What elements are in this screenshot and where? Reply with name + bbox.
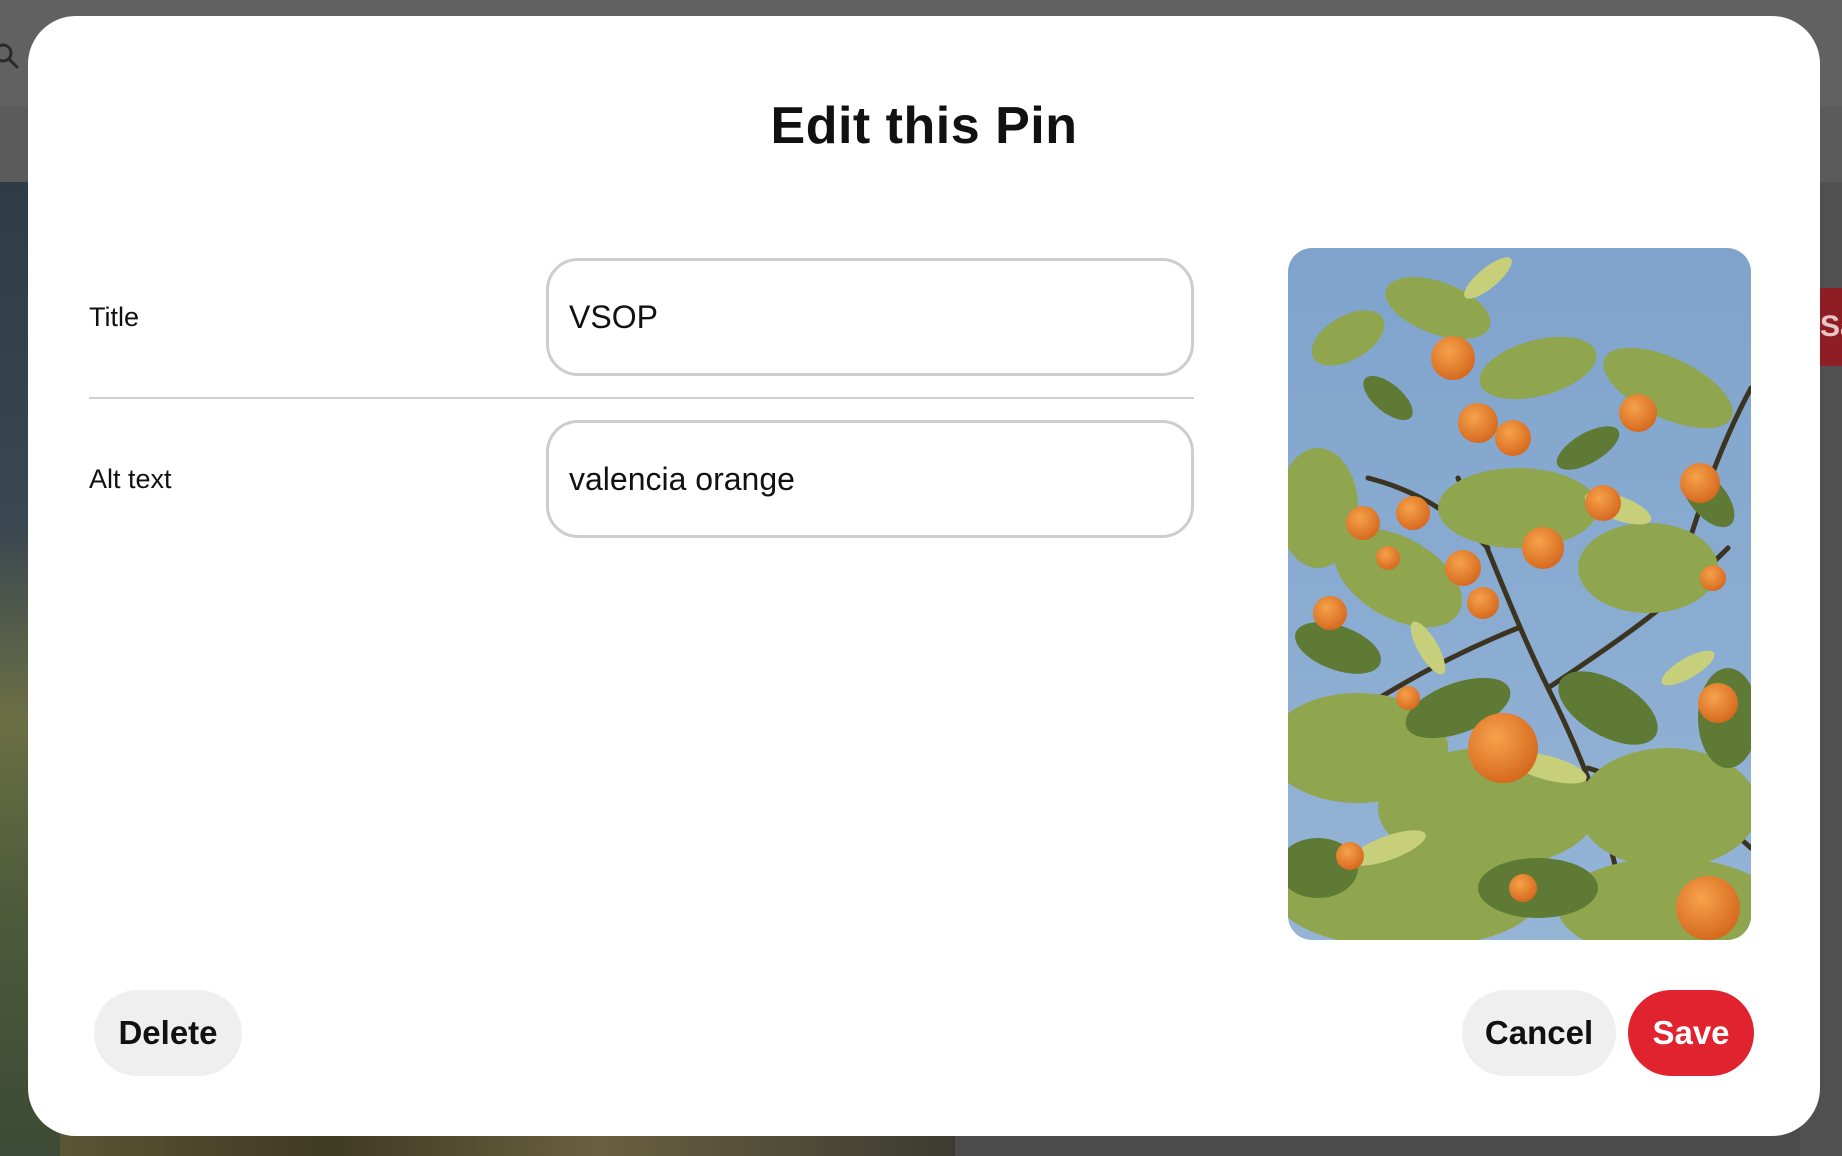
cancel-button[interactable]: Cancel: [1462, 990, 1616, 1076]
modal-title: Edit this Pin: [770, 97, 1078, 155]
field-divider: [89, 397, 1194, 399]
title-input[interactable]: [546, 258, 1194, 376]
save-button[interactable]: Save: [1628, 990, 1754, 1076]
delete-button[interactable]: Delete: [94, 990, 242, 1076]
orange-tree-image: [1288, 248, 1751, 940]
search-icon: [0, 43, 19, 69]
title-label: Title: [89, 302, 140, 332]
edit-pin-modal: Edit this Pin Title Alt text: [28, 16, 1820, 1136]
alt-text-input[interactable]: [546, 420, 1194, 538]
alt-text-label: Alt text: [89, 464, 172, 494]
pin-image: [1288, 248, 1751, 940]
